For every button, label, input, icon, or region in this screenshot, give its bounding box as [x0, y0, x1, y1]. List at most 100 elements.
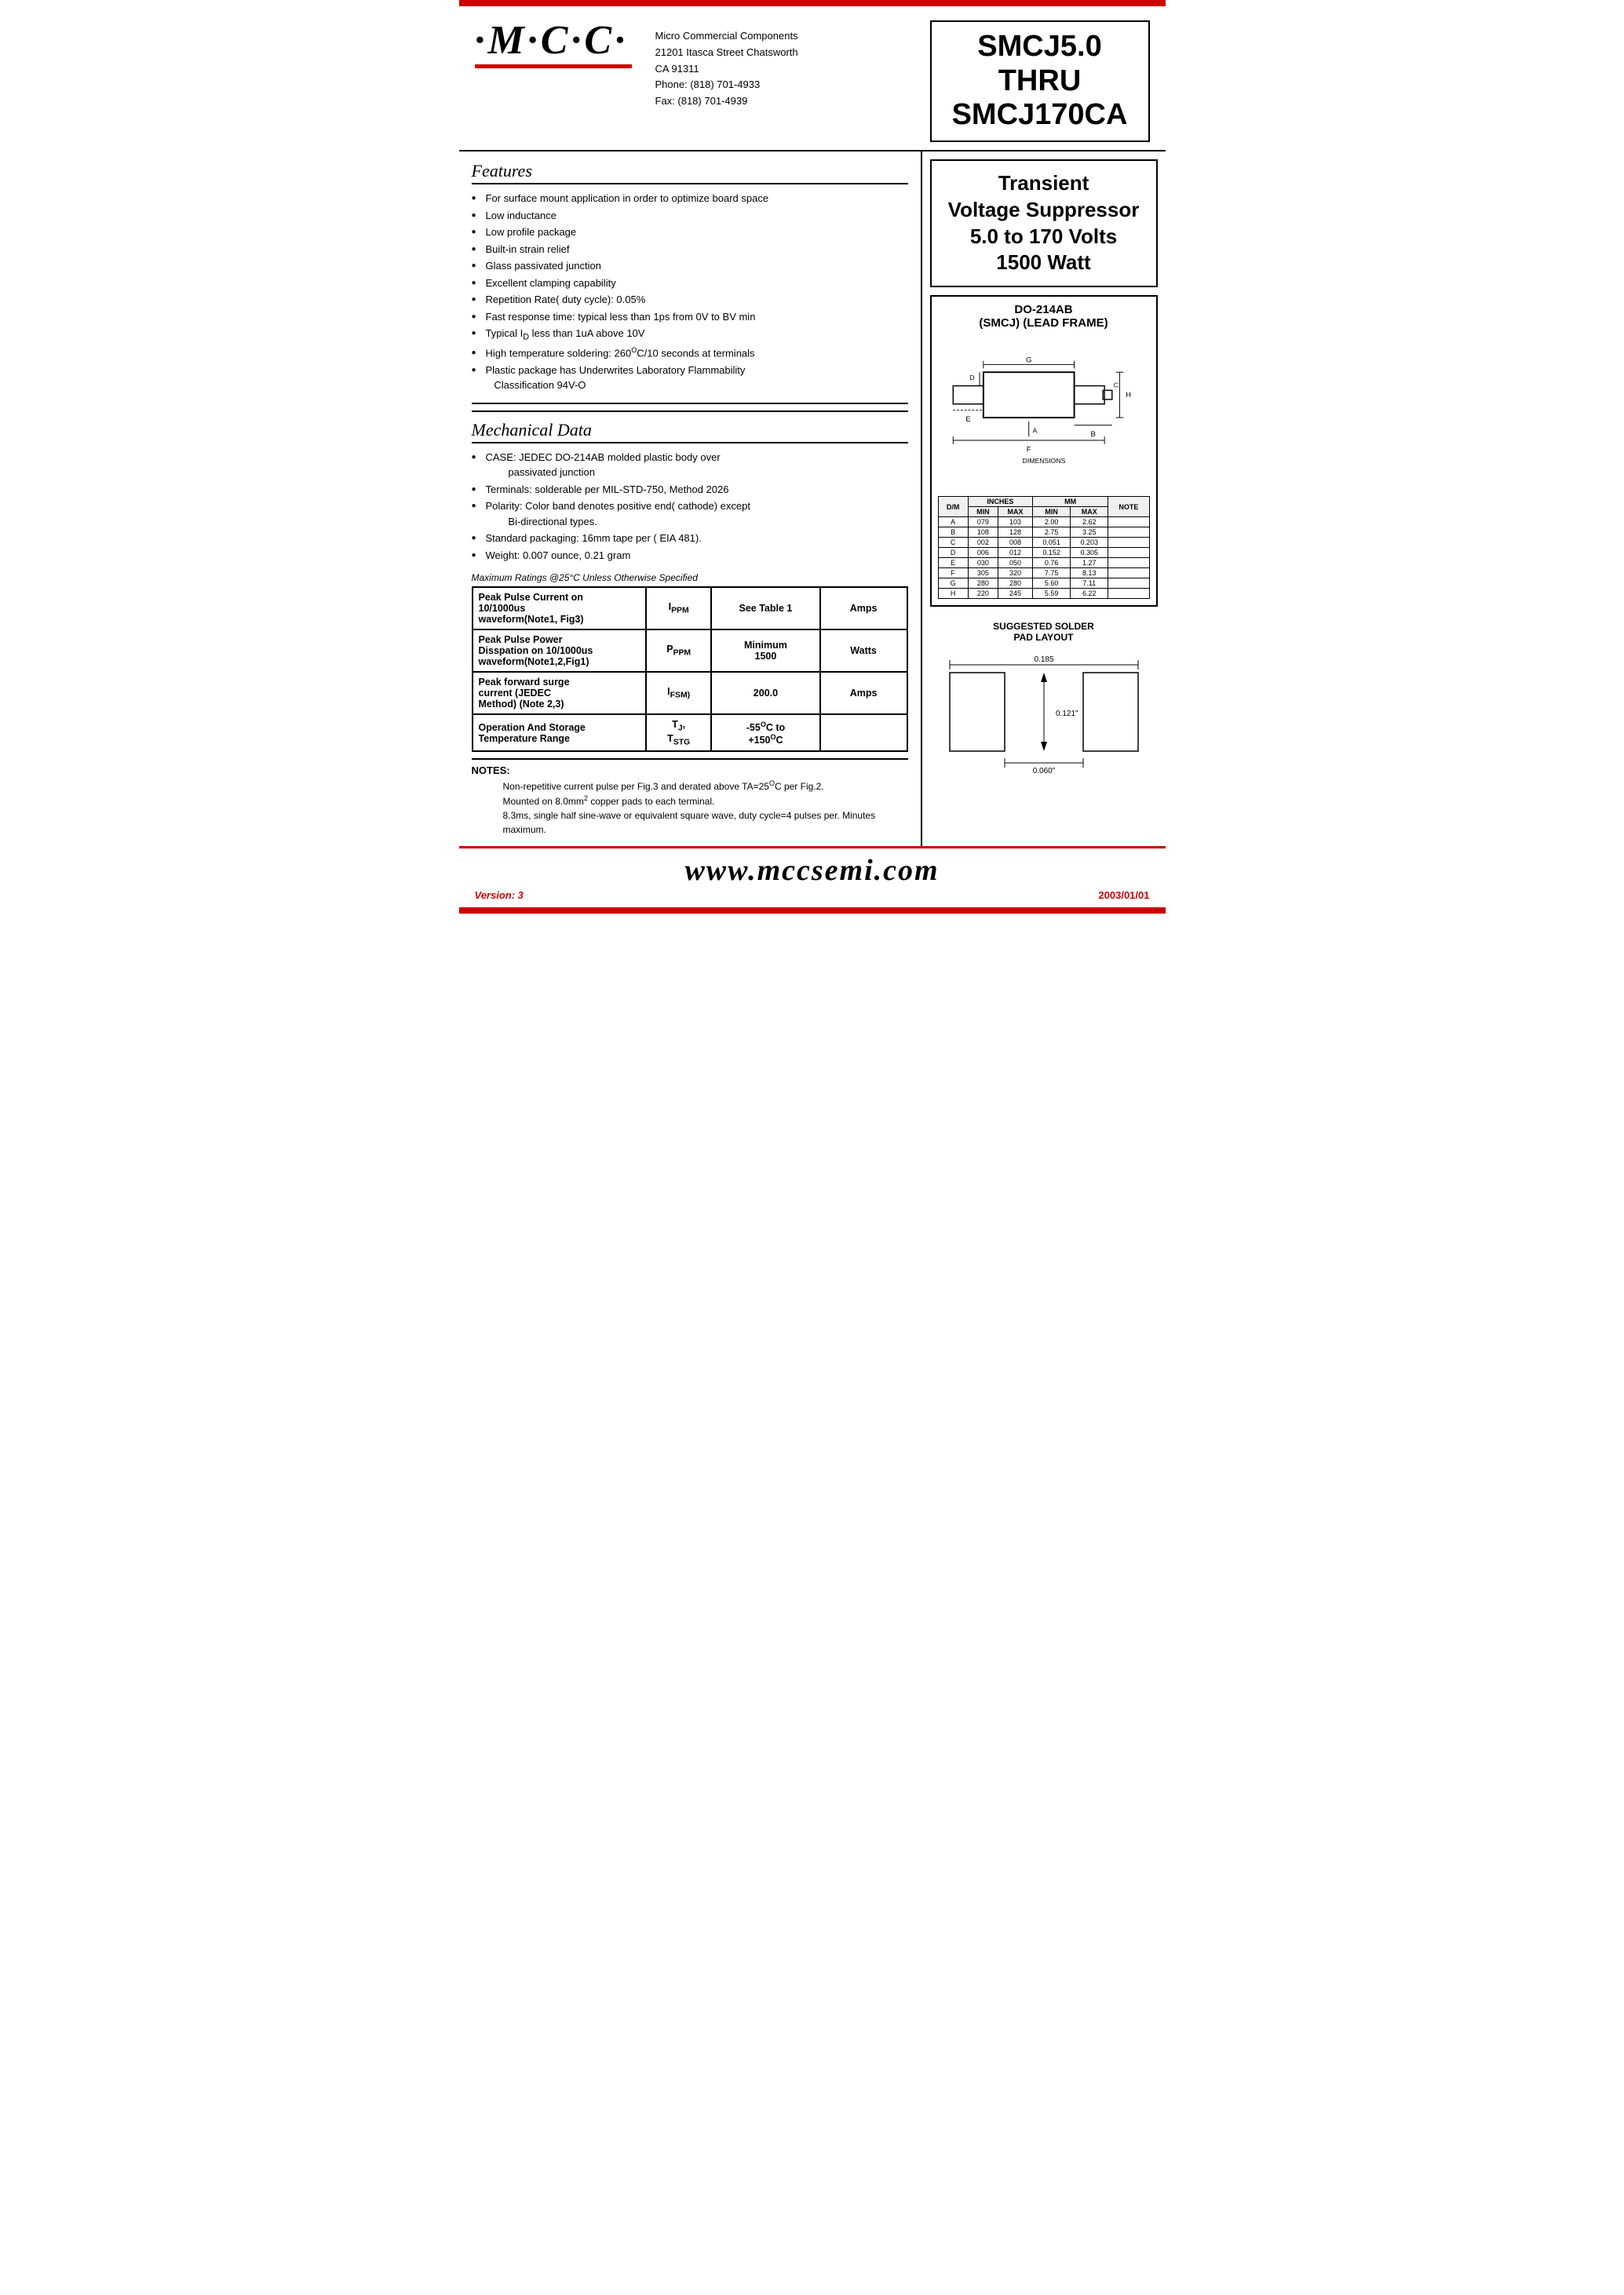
- dimensions-table: D/M INCHES MM NOTE MIN MAX MIN MAX A0791…: [938, 496, 1150, 599]
- mechanical-section: Mechanical Data CASE: JEDEC DO-214AB mol…: [472, 410, 908, 564]
- ratings-note: Maximum Ratings @25°C Unless Otherwise S…: [472, 572, 908, 583]
- notes-list: Non-repetitive current pulse per Fig.3 a…: [472, 779, 908, 837]
- mech-item: CASE: JEDEC DO-214AB molded plastic body…: [472, 450, 908, 480]
- feature-item: Low inductance: [472, 208, 908, 224]
- value-cell: Minimum1500: [711, 629, 820, 672]
- unit-cell: Amps: [820, 672, 907, 714]
- logo: ·M·C·C·: [475, 20, 648, 61]
- symbol-cell: TJ,TSTG: [646, 714, 711, 751]
- feature-item: Typical ID less than 1uA above 10V: [472, 326, 908, 344]
- package-diagram: G H D A C E B: [938, 334, 1150, 486]
- param-cell: Peak Pulse PowerDisspation on 10/1000usw…: [473, 629, 647, 672]
- footer-section: www.mccsemi.com Version: 3 2003/01/01: [459, 846, 1166, 907]
- solder-pad-section: SUGGESTED SOLDERPAD LAYOUT 0.185 0.121": [930, 615, 1158, 783]
- dim-row: H2202455.596.22: [938, 589, 1149, 599]
- mech-item: Polarity: Color band denotes positive en…: [472, 498, 908, 529]
- svg-text:0.185: 0.185: [1034, 655, 1053, 664]
- mech-item: Terminals: solderable per MIL-STD-750, M…: [472, 482, 908, 498]
- svg-text:G: G: [1025, 356, 1031, 365]
- logo-area: ·M·C·C·: [475, 20, 648, 68]
- dim-row: D0060120.1520.305: [938, 548, 1149, 558]
- svg-text:0.060": 0.060": [1032, 767, 1055, 775]
- features-list: For surface mount application in order t…: [472, 191, 908, 393]
- dim-row: C0020080.0510.203: [938, 538, 1149, 548]
- solder-title: SUGGESTED SOLDERPAD LAYOUT: [936, 621, 1151, 643]
- symbol-cell: IFSM): [646, 672, 711, 714]
- part-number: SMCJ5.0THRUSMCJ170CA: [943, 30, 1137, 133]
- unit-cell: Amps: [820, 587, 907, 629]
- description-title: Transient Voltage Suppressor 5.0 to 170 …: [938, 170, 1150, 276]
- svg-text:F: F: [1026, 446, 1031, 454]
- logo-red-bar: [475, 64, 632, 68]
- svg-text:DIMENSIONS: DIMENSIONS: [1022, 457, 1065, 465]
- dim-row: G2802805.607.11: [938, 578, 1149, 589]
- bottom-red-bar: [459, 907, 1166, 914]
- unit-cell: Watts: [820, 629, 907, 672]
- feature-item: High temperature soldering: 260OC/10 sec…: [472, 345, 908, 361]
- package-box: DO-214AB(SMCJ) (LEAD FRAME) G: [930, 295, 1158, 607]
- mech-item: Standard packaging: 16mm tape per ( EIA …: [472, 531, 908, 546]
- dim-header: D/M: [938, 497, 968, 517]
- footer-url: www.mccsemi.com: [475, 853, 1150, 888]
- dim-min-header: MIN: [968, 507, 998, 517]
- dim-row: E0300500.761.27: [938, 558, 1149, 568]
- dim-min-mm-header: MIN: [1033, 507, 1071, 517]
- table-row: Peak Pulse PowerDisspation on 10/1000usw…: [473, 629, 907, 672]
- symbol-cell: IPPM: [646, 587, 711, 629]
- right-column: Transient Voltage Suppressor 5.0 to 170 …: [922, 151, 1166, 846]
- feature-item: Low profile package: [472, 224, 908, 240]
- svg-text:B: B: [1090, 430, 1095, 439]
- feature-item: Built-in strain relief: [472, 242, 908, 257]
- company-city: CA 91311: [655, 61, 922, 78]
- svg-text:0.121": 0.121": [1056, 710, 1078, 718]
- company-phone: Phone: (818) 701-4933: [655, 77, 922, 93]
- notes-section: NOTES: Non-repetitive current pulse per …: [472, 758, 908, 837]
- dim-inches-header: INCHES: [968, 497, 1032, 507]
- table-row: Peak forward surgecurrent (JEDECMethod) …: [473, 672, 907, 714]
- dim-mm-header: MM: [1033, 497, 1108, 507]
- dim-row: B1081282.753.25: [938, 527, 1149, 538]
- unit-cell: [820, 714, 907, 751]
- footer-date: 2003/01/01: [1098, 889, 1149, 901]
- feature-item: Repetition Rate( duty cycle): 0.05%: [472, 292, 908, 308]
- value-cell: -55OC to+150OC: [711, 714, 820, 751]
- mechanical-list: CASE: JEDEC DO-214AB molded plastic body…: [472, 450, 908, 564]
- footer-bottom: Version: 3 2003/01/01: [475, 888, 1150, 903]
- notes-title: NOTES:: [472, 764, 908, 776]
- dim-max-mm-header: MAX: [1071, 507, 1108, 517]
- dim-note-header: NOTE: [1108, 497, 1149, 517]
- package-title: DO-214AB(SMCJ) (LEAD FRAME): [938, 303, 1150, 330]
- param-cell: Operation And StorageTemperature Range: [473, 714, 647, 751]
- svg-text:A: A: [1032, 427, 1037, 435]
- feature-item: Excellent clamping capability: [472, 275, 908, 291]
- dim-max-header: MAX: [998, 507, 1033, 517]
- company-name: Micro Commercial Components: [655, 28, 922, 45]
- value-cell: See Table 1: [711, 587, 820, 629]
- company-fax: Fax: (818) 701-4939: [655, 93, 922, 110]
- mechanical-title: Mechanical Data: [472, 420, 908, 443]
- dim-row: A0791032.002.62: [938, 517, 1149, 527]
- svg-text:E: E: [965, 415, 970, 424]
- feature-item: For surface mount application in order t…: [472, 191, 908, 206]
- left-column: Features For surface mount application i…: [459, 151, 922, 846]
- svg-text:D: D: [969, 374, 974, 381]
- svg-text:C: C: [1113, 381, 1118, 389]
- header-section: ·M·C·C· Micro Commercial Components 2120…: [459, 6, 1166, 151]
- param-cell: Peak Pulse Current on10/1000uswaveform(N…: [473, 587, 647, 629]
- features-title: Features: [472, 161, 908, 184]
- description-box: Transient Voltage Suppressor 5.0 to 170 …: [930, 159, 1158, 287]
- footer-version: Version: 3: [475, 889, 524, 901]
- param-cell: Peak forward surgecurrent (JEDECMethod) …: [473, 672, 647, 714]
- feature-item: Fast response time: typical less than 1p…: [472, 309, 908, 325]
- separator-1: [472, 403, 908, 404]
- company-address: 21201 Itasca Street Chatsworth: [655, 45, 922, 61]
- part-number-box: SMCJ5.0THRUSMCJ170CA: [930, 20, 1150, 142]
- table-row: Peak Pulse Current on10/1000uswaveform(N…: [473, 587, 907, 629]
- table-row: Operation And StorageTemperature Range T…: [473, 714, 907, 751]
- note-item: 8.3ms, single half sine-wave or equivale…: [487, 808, 908, 837]
- svg-text:H: H: [1126, 391, 1131, 400]
- note-item: Mounted on 8.0mm2 copper pads to each te…: [487, 794, 908, 808]
- company-info: Micro Commercial Components 21201 Itasca…: [648, 20, 922, 110]
- value-cell: 200.0: [711, 672, 820, 714]
- symbol-cell: PPPM: [646, 629, 711, 672]
